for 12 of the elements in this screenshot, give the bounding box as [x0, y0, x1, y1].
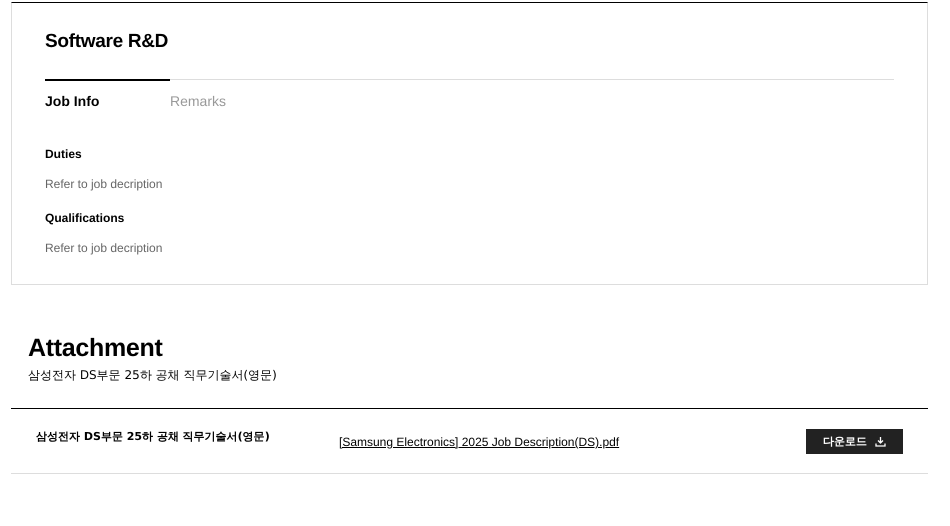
job-title: Software R&D	[45, 30, 170, 54]
attachment-heading: Attachment	[28, 333, 164, 364]
file-link[interactable]: [Samsung Electronics] 2025 Job Description(DS).pdf	[339, 434, 806, 450]
section-text: Refer to job decription	[45, 240, 164, 256]
download-icon	[875, 436, 886, 447]
download-button[interactable]: 다운로드	[806, 429, 903, 454]
section-heading: Duties	[45, 146, 83, 162]
file-title: 삼성전자 DS부문 25하 공채 직무기술서(영문)	[36, 429, 271, 445]
section-heading: Qualifications	[45, 210, 126, 226]
attachment-subtitle: 삼성전자 DS부문 25하 공채 직무기술서(영문)	[28, 367, 278, 384]
tab[interactable]: Job Info	[45, 79, 170, 110]
section-text: Refer to job decription	[45, 176, 164, 192]
